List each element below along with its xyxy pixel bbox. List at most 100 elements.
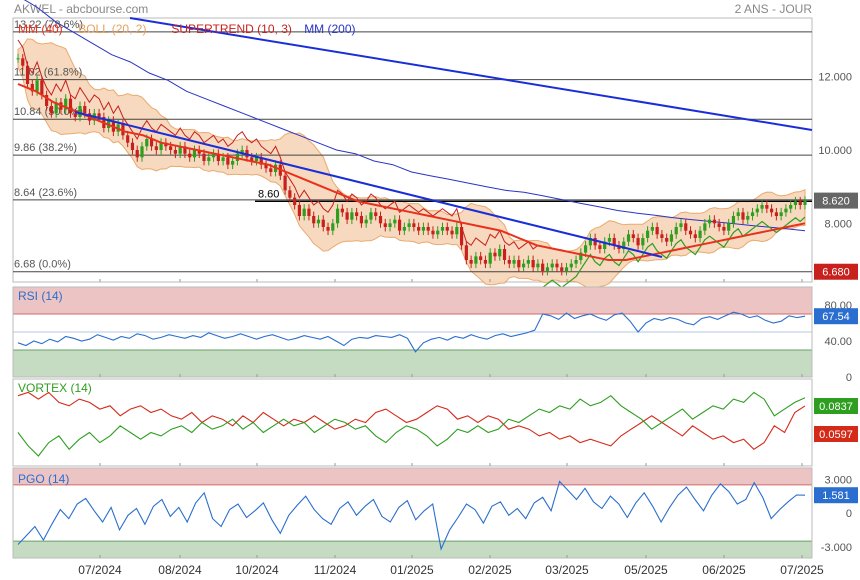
candle-body: [784, 208, 788, 213]
vortex-plus-tag: 0.0837: [819, 401, 853, 413]
candle-body: [564, 267, 569, 271]
candle-body: [798, 201, 802, 205]
candle-body: [703, 223, 707, 231]
pgo-ytick-2: -3.000: [821, 542, 852, 554]
candle-body: [221, 157, 225, 161]
rsi-overbought-zone: [13, 287, 812, 314]
candle-body: [526, 260, 530, 264]
candle-body: [464, 245, 468, 260]
candle-body: [73, 113, 77, 117]
candle-body: [302, 208, 306, 216]
candle-body: [646, 230, 650, 238]
x-axis-label-8: 06/2025: [702, 563, 746, 577]
candle-body: [283, 175, 287, 191]
candle-body: [555, 263, 559, 268]
candle-body: [574, 260, 578, 264]
candle-body: [169, 146, 173, 150]
candle-body: [569, 263, 573, 268]
x-axis-label-5: 02/2025: [468, 563, 512, 577]
candle-body: [626, 234, 631, 242]
candle-body: [378, 216, 383, 224]
candle-body: [355, 212, 359, 216]
chart-canvas: 13.22 (78.6%)11.02 (61.8%)10.84 (50.0%)9…: [12, 0, 858, 577]
candle-body: [545, 267, 550, 271]
candle-body: [397, 219, 402, 231]
annotation-label: 8.60: [258, 188, 279, 200]
candle-body: [421, 227, 426, 231]
x-axis-label-0: 07/2024: [78, 563, 122, 577]
candle-body: [455, 227, 459, 235]
candle-body: [407, 223, 411, 227]
candle-body: [636, 238, 640, 246]
candle-body: [316, 219, 321, 224]
candle-body: [331, 223, 335, 231]
candle-body: [793, 201, 798, 205]
candle-body: [736, 212, 740, 216]
x-axis-label-6: 03/2025: [545, 563, 589, 577]
candle-body: [269, 168, 273, 172]
rsi-ytick-1: 40.00: [824, 336, 852, 348]
candle-body: [364, 219, 368, 224]
candle-body: [693, 234, 697, 238]
candle-body: [779, 212, 783, 216]
vortex-title: VORTEX (14): [18, 381, 92, 395]
x-axis-label-4: 01/2025: [390, 563, 434, 577]
vortex-minus-line: [17, 391, 806, 451]
candle-body: [698, 230, 702, 238]
pgo-title: PGO (14): [18, 472, 69, 486]
candle-body: [765, 205, 769, 209]
chart-root: AKWEL - abcbourse.com 2 ANS - JOUR 13.22…: [0, 0, 860, 580]
pgo-ytick-0: 3.000: [824, 474, 852, 486]
x-axis-label-3: 11/2024: [314, 563, 357, 577]
fib-label-4: 8.64 (23.6%): [14, 187, 77, 199]
rsi-ytick-2: 0: [846, 372, 852, 384]
candle-body: [502, 249, 507, 260]
candle-body: [722, 227, 726, 231]
candle-body: [684, 223, 688, 231]
candle-body: [650, 227, 654, 231]
x-axis-label-2: 10/2024: [235, 563, 279, 577]
candle-body: [345, 212, 349, 220]
candle-body: [498, 249, 502, 257]
candle-body: [40, 80, 44, 95]
candle-body: [35, 80, 39, 92]
rsi-title: RSI (14): [18, 289, 63, 303]
candle-body: [755, 208, 759, 213]
candle-body: [631, 234, 635, 238]
x-axis-label-9: 07/2025: [780, 563, 824, 577]
candle-body: [68, 98, 73, 114]
candle-body: [145, 139, 149, 147]
candle-body: [16, 58, 20, 60]
candle-body: [78, 106, 82, 117]
fib-label-2: 10.84 (50.0%): [14, 106, 83, 118]
candle-body: [660, 234, 664, 238]
legend-item-0: MM (40): [18, 22, 63, 36]
candle-body: [374, 212, 378, 216]
candle-body: [708, 219, 712, 224]
candle-body: [140, 146, 144, 158]
candle-body: [231, 161, 235, 165]
candle-body: [488, 252, 492, 264]
candle-body: [760, 205, 764, 209]
candle-body: [731, 216, 736, 224]
candle-body: [135, 150, 139, 158]
legend-item-3: MM (200): [304, 22, 355, 36]
bollinger-band: [17, 38, 806, 291]
candle-body: [326, 227, 330, 231]
candle-body: [402, 227, 406, 231]
low-price-tag: 6.680: [822, 267, 850, 279]
pgo-ytick-1: 0: [846, 508, 852, 520]
candle-body: [126, 135, 130, 143]
candle-body: [450, 230, 454, 235]
vortex-panel-frame: [12, 378, 813, 467]
candle-body: [507, 260, 511, 264]
rsi-value-tag: 67.54: [822, 311, 850, 323]
candle-body: [49, 106, 53, 114]
candle-body: [483, 260, 488, 264]
candle-body: [130, 142, 135, 150]
candle-body: [517, 260, 521, 268]
candle-body: [674, 227, 678, 235]
candle-body: [583, 245, 588, 253]
pgo-line: [17, 480, 806, 551]
candle-body: [350, 212, 354, 220]
